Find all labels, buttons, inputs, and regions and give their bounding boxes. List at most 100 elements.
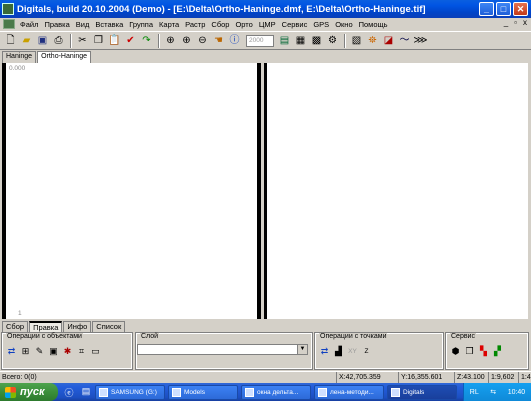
- mdi-close-button[interactable]: x: [523, 18, 527, 27]
- status-ratio: 1:4: [518, 372, 531, 383]
- zoom-scale-input[interactable]: 2000: [246, 34, 274, 47]
- merge-icon[interactable]: ▣: [48, 346, 59, 357]
- minimize-button[interactable]: _: [479, 2, 494, 16]
- taskbar-item-label: Digitals: [403, 388, 425, 396]
- info-icon[interactable]: ⓘ: [227, 33, 242, 48]
- document-icon[interactable]: [3, 19, 15, 29]
- taskbar-item-label: окна дельта...: [257, 388, 299, 396]
- chevron-down-icon[interactable]: ▼: [297, 345, 307, 354]
- point-z-button[interactable]: Z: [361, 346, 372, 357]
- point-swap-icon[interactable]: ⇄: [319, 346, 330, 357]
- menu-raster[interactable]: Растр: [182, 20, 208, 29]
- menu-service[interactable]: Сервис: [279, 20, 311, 29]
- print-icon[interactable]: ⎙: [51, 33, 66, 48]
- maximize-button[interactable]: □: [496, 2, 511, 16]
- mosaic-icon[interactable]: ▞: [492, 346, 503, 357]
- wireframe-icon[interactable]: ⋙: [413, 33, 428, 48]
- document-tabs: Haninge Ortho-Haninge: [2, 51, 92, 63]
- palette-icon[interactable]: ▚: [478, 346, 489, 357]
- desktop-icon[interactable]: ▤: [80, 386, 92, 398]
- layers-icon[interactable]: ❒: [464, 346, 475, 357]
- tab-haninge[interactable]: Haninge: [2, 51, 37, 63]
- close-button[interactable]: ✕: [513, 2, 528, 16]
- taskbar-item-label: SAMSUNG (G:): [111, 388, 157, 396]
- layer-icon[interactable]: ▤: [277, 33, 292, 48]
- clock[interactable]: 10:40: [508, 389, 526, 396]
- table-icon[interactable]: ▦: [293, 33, 308, 48]
- menu-group[interactable]: Группа: [126, 20, 156, 29]
- raster-icon[interactable]: ▧: [349, 33, 364, 48]
- mdi-restore-button[interactable]: ▫: [514, 18, 517, 27]
- document-icon: [245, 387, 254, 397]
- language-indicator[interactable]: RL: [470, 389, 479, 396]
- tab-edit[interactable]: Правка: [29, 321, 63, 333]
- point-xy-button[interactable]: XY: [347, 346, 358, 357]
- ie-icon[interactable]: ⓔ: [63, 386, 75, 398]
- menu-map[interactable]: Карта: [156, 20, 182, 29]
- tab-collect[interactable]: Сбор: [2, 321, 29, 333]
- zoom-window-icon[interactable]: ⊕: [163, 33, 178, 48]
- menu-window[interactable]: Окно: [332, 20, 355, 29]
- raster-image-view[interactable]: [264, 63, 528, 319]
- swap-icon[interactable]: ⇄: [6, 346, 17, 357]
- grid-icon[interactable]: ▩: [309, 33, 324, 48]
- paste-icon[interactable]: 📋: [107, 33, 122, 48]
- tab-info[interactable]: Инфо: [63, 321, 92, 333]
- tab-ortho-haninge[interactable]: Ortho-Haninge: [37, 51, 91, 63]
- point-chart-icon[interactable]: ▟: [333, 346, 344, 357]
- edit-panel: Операции с объектами ⇄ ⊞ ✎ ▣ ✱ ⌗ ▭ Слой …: [1, 332, 529, 371]
- zoom-in-icon[interactable]: ⊕: [179, 33, 194, 48]
- cut-icon[interactable]: ✂: [75, 33, 90, 48]
- taskbar-item-digitals[interactable]: Digitals: [387, 384, 457, 400]
- taskbar-item-delta-window[interactable]: окна дельта...: [241, 384, 311, 400]
- zoom-out-icon[interactable]: ⊖: [195, 33, 210, 48]
- copy-icon[interactable]: ❐: [91, 33, 106, 48]
- menu-file[interactable]: Файл: [17, 20, 41, 29]
- menu-bar: Файл Правка Вид Вставка Группа Карта Рас…: [0, 18, 531, 30]
- new-icon[interactable]: 🗋: [3, 33, 18, 48]
- menu-dem[interactable]: ЦМР: [256, 20, 279, 29]
- tab-list[interactable]: Список: [92, 321, 126, 333]
- start-button[interactable]: пуск: [0, 383, 58, 401]
- menu-help[interactable]: Помощь: [356, 20, 391, 29]
- taskbar-item-label: лена-методи...: [330, 388, 374, 396]
- bottom-coordinate-label: 1: [18, 310, 22, 317]
- save-icon[interactable]: ▣: [35, 33, 50, 48]
- mdi-controls: _ ▫ x: [504, 18, 527, 27]
- open-icon[interactable]: ▰: [19, 33, 34, 48]
- title-bar[interactable]: Digitals, build 20.10.2004 (Demo) - [E:\…: [0, 0, 531, 18]
- settings-icon[interactable]: ⚙: [325, 33, 340, 48]
- mdi-minimize-button[interactable]: _: [504, 18, 508, 27]
- menu-insert[interactable]: Вставка: [92, 20, 126, 29]
- toolbar-separator: [158, 33, 160, 48]
- color-map-icon[interactable]: ◪: [381, 33, 396, 48]
- status-x: X:42,705.359: [336, 372, 398, 383]
- traffic-icon[interactable]: ⛯: [365, 33, 380, 48]
- taskbar-item-lena[interactable]: лена-методи...: [314, 384, 384, 400]
- redo-icon[interactable]: ↷: [139, 33, 154, 48]
- move-vertex-icon[interactable]: ⊞: [20, 346, 31, 357]
- layer-select[interactable]: ▼: [137, 344, 308, 355]
- vector-map-view[interactable]: [2, 63, 261, 319]
- pan-icon[interactable]: ☚: [211, 33, 226, 48]
- app-icon[interactable]: [2, 3, 14, 15]
- status-bar: Всего: 0(0) X:42,705.359 Y:16,355.601 Z:…: [0, 371, 531, 383]
- menu-view[interactable]: Вид: [73, 20, 93, 29]
- split-icon[interactable]: ✱: [62, 346, 73, 357]
- edit-line-icon[interactable]: ✎: [34, 346, 45, 357]
- network-icon[interactable]: ⇆: [490, 388, 496, 396]
- service-group: Сервис ⬢ ❒ ▚ ▞: [445, 332, 529, 370]
- drive-icon: [99, 387, 108, 397]
- menu-collect[interactable]: Сбор: [208, 20, 232, 29]
- taskbar-item-models[interactable]: Models: [168, 384, 238, 400]
- check-icon[interactable]: ✔: [123, 33, 138, 48]
- menu-ortho[interactable]: Орто: [232, 20, 255, 29]
- menu-edit[interactable]: Правка: [41, 20, 72, 29]
- line-icon[interactable]: ▭: [90, 346, 101, 357]
- service-tools: ⬢ ❒ ▚ ▞: [450, 346, 503, 357]
- curve-icon[interactable]: 〜: [397, 33, 412, 48]
- menu-gps[interactable]: GPS: [310, 20, 332, 29]
- rectangle-icon[interactable]: ⌗: [76, 346, 87, 357]
- cube-icon[interactable]: ⬢: [450, 346, 461, 357]
- taskbar-item-samsung[interactable]: SAMSUNG (G:): [95, 384, 165, 400]
